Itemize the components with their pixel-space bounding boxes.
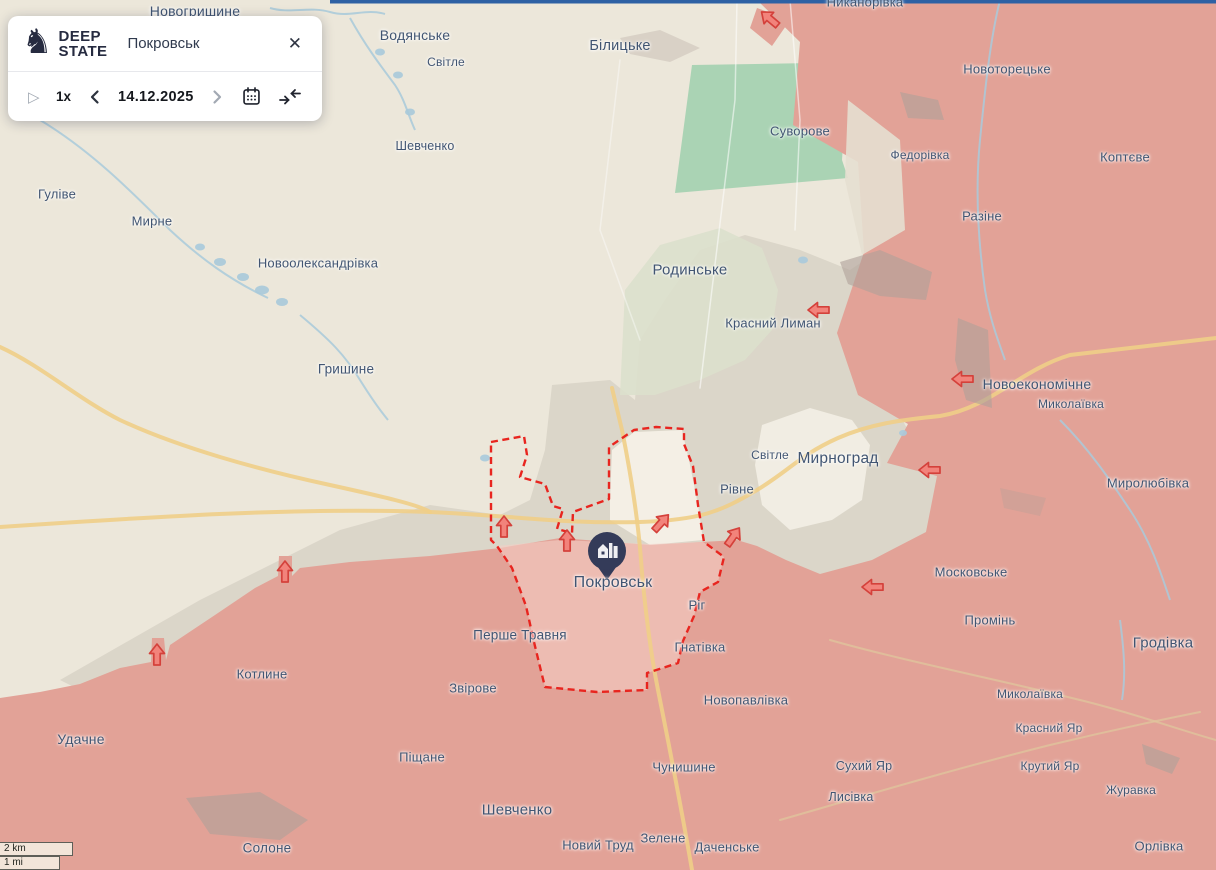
chevron-right-icon: [210, 89, 224, 105]
prev-date-button[interactable]: [88, 89, 102, 105]
next-date-button[interactable]: [210, 89, 224, 105]
chevron-left-icon: [88, 89, 102, 105]
date-display[interactable]: 14.12.2025: [118, 89, 194, 105]
map-canvas[interactable]: [0, 0, 1216, 870]
oblast-border-line: [330, 0, 1216, 4]
jump-to-date-button[interactable]: [278, 88, 302, 106]
scale-bar-km: 2 km: [0, 842, 73, 856]
scale-bar-mi: 1 mi: [0, 856, 60, 870]
calendar-icon: [241, 86, 262, 107]
play-button[interactable]: ▷: [28, 88, 40, 106]
panel-title: Покровськ: [127, 35, 283, 52]
knight-logo-icon: ♞: [22, 25, 52, 59]
speed-button[interactable]: 1x: [56, 89, 71, 104]
close-icon[interactable]: ✕: [284, 32, 306, 56]
brand-line1: DEEP: [58, 29, 107, 44]
converge-arrows-icon: [278, 88, 302, 106]
deepstate-logo[interactable]: ♞ DEEP STATE: [22, 29, 107, 59]
calendar-button[interactable]: [241, 86, 262, 107]
timeline-panel: ♞ DEEP STATE Покровськ ✕ ▷ 1x 14.12.2025: [8, 16, 322, 121]
brand-line2: STATE: [58, 44, 107, 59]
deepstate-map-app: НовогришинеВодянськеСвітлеБілицькеНикано…: [0, 0, 1216, 870]
